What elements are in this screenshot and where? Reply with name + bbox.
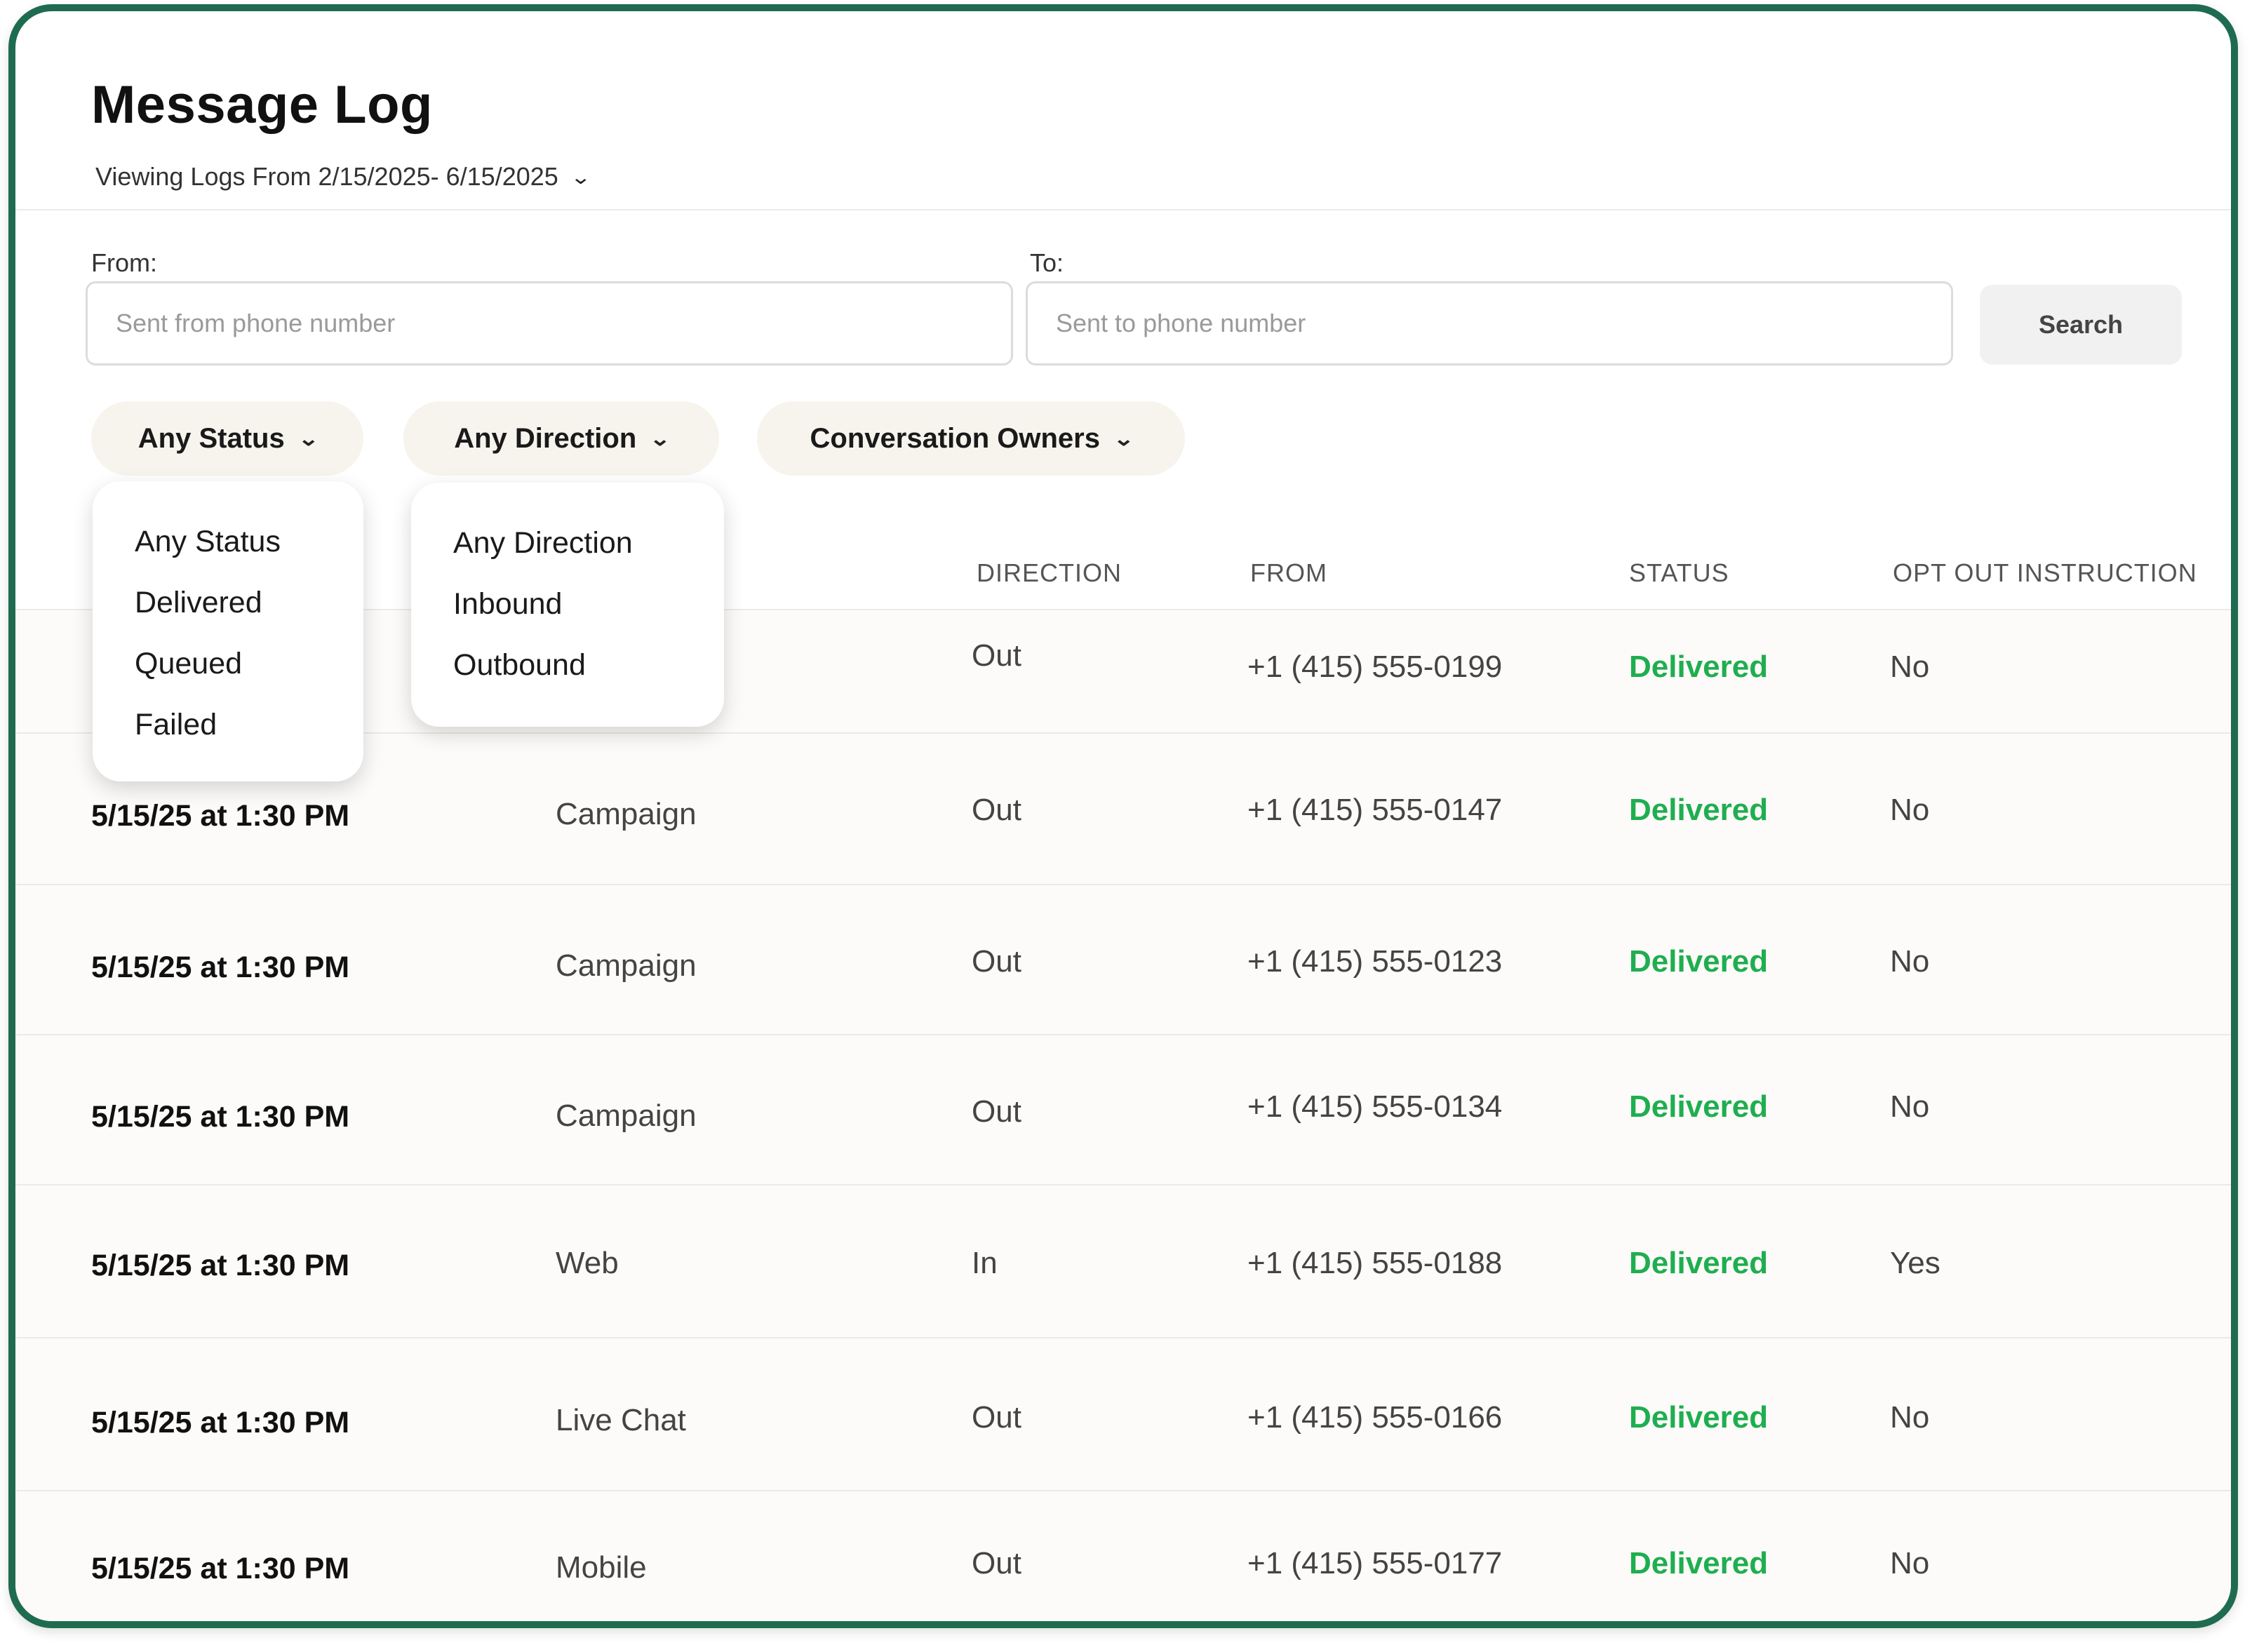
- column-header-opt-out: OPT OUT INSTRUCTION: [1893, 558, 2197, 587]
- row-direction: Out: [972, 793, 1021, 827]
- row-date: 5/15/25 at 1:30 PM: [91, 1406, 350, 1439]
- row-source: Campaign: [556, 948, 697, 983]
- row-opt-out: No: [1890, 1400, 1930, 1435]
- chevron-down-icon: ⌄: [297, 427, 319, 450]
- direction-option-any[interactable]: Any Direction: [453, 526, 633, 560]
- row-date: 5/15/25 at 1:30 PM: [91, 1249, 350, 1282]
- row-source: Live Chat: [556, 1403, 686, 1437]
- owners-filter-label: Conversation Owners: [810, 422, 1100, 454]
- column-header-status: STATUS: [1629, 558, 1729, 587]
- row-opt-out: No: [1890, 793, 1930, 827]
- row-from: +1 (415) 555-0188: [1247, 1246, 1503, 1280]
- row-from: +1 (415) 555-0177: [1247, 1546, 1503, 1580]
- header-divider: [15, 209, 2231, 210]
- table-row[interactable]: 5/15/25 at 1:30 PM Mobile Out +1 (415) 5…: [15, 1490, 2231, 1621]
- row-from: +1 (415) 555-0166: [1247, 1400, 1503, 1435]
- column-header-from: FROM: [1250, 558, 1327, 587]
- row-source: Campaign: [556, 1099, 697, 1133]
- status-filter-label: Any Status: [138, 422, 285, 454]
- status-option-any[interactable]: Any Status: [135, 525, 281, 559]
- date-range-label: Viewing Logs From 2/15/2025- 6/15/2025: [95, 162, 558, 191]
- row-status: Delivered: [1629, 1089, 1769, 1124]
- row-opt-out: No: [1890, 650, 1930, 684]
- direction-dropdown-menu: Any Direction Inbound Outbound: [411, 483, 724, 727]
- row-status: Delivered: [1629, 793, 1769, 827]
- table-row[interactable]: 5/15/25 at 1:30 PM Live Chat Out +1 (415…: [15, 1337, 2231, 1491]
- direction-option-outbound[interactable]: Outbound: [453, 648, 586, 683]
- to-phone-input[interactable]: [1026, 281, 1953, 365]
- table-row[interactable]: 5/15/25 at 1:30 PM Campaign Out +1 (415)…: [15, 884, 2231, 1035]
- column-header-direction: DIRECTION: [977, 558, 1122, 587]
- row-opt-out: Yes: [1890, 1246, 1941, 1280]
- row-date: 5/15/25 at 1:30 PM: [91, 799, 350, 833]
- row-from: +1 (415) 555-0134: [1247, 1089, 1503, 1124]
- row-date: 5/15/25 at 1:30 PM: [91, 1552, 350, 1585]
- row-date: 5/15/25 at 1:30 PM: [91, 951, 350, 984]
- row-direction: Out: [972, 944, 1021, 979]
- status-filter[interactable]: Any Status ⌄: [91, 401, 363, 476]
- row-from: +1 (415) 555-0199: [1247, 650, 1503, 684]
- row-opt-out: No: [1890, 944, 1930, 979]
- row-date: 5/15/25 at 1:30 PM: [91, 1100, 350, 1134]
- row-status: Delivered: [1629, 1246, 1769, 1280]
- row-direction: Out: [972, 1094, 1021, 1129]
- chevron-down-icon: ⌄: [570, 166, 591, 188]
- row-direction: Out: [972, 638, 1021, 673]
- conversation-owners-filter[interactable]: Conversation Owners ⌄: [757, 401, 1185, 476]
- date-range-selector[interactable]: Viewing Logs From 2/15/2025- 6/15/2025 ⌄: [95, 162, 591, 192]
- row-opt-out: No: [1890, 1546, 1930, 1580]
- row-source: Web: [556, 1246, 619, 1280]
- search-button[interactable]: Search: [1980, 285, 2182, 365]
- row-status: Delivered: [1629, 1546, 1769, 1580]
- direction-filter-label: Any Direction: [454, 422, 637, 454]
- row-direction: Out: [972, 1546, 1021, 1580]
- row-direction: In: [972, 1246, 998, 1280]
- row-direction: Out: [972, 1400, 1021, 1435]
- message-log-card: Message Log Viewing Logs From 2/15/2025-…: [8, 4, 2238, 1628]
- chevron-down-icon: ⌄: [649, 427, 671, 450]
- row-status: Delivered: [1629, 650, 1769, 684]
- row-from: +1 (415) 555-0147: [1247, 793, 1503, 827]
- status-option-failed[interactable]: Failed: [135, 708, 217, 742]
- from-label: From:: [91, 248, 157, 277]
- row-status: Delivered: [1629, 1400, 1769, 1435]
- to-label: To:: [1030, 248, 1064, 277]
- page-title: Message Log: [91, 75, 433, 135]
- from-phone-input[interactable]: [86, 281, 1013, 365]
- table-row[interactable]: 5/15/25 at 1:30 PM Web In +1 (415) 555-0…: [15, 1184, 2231, 1338]
- row-status: Delivered: [1629, 944, 1769, 979]
- direction-filter[interactable]: Any Direction ⌄: [403, 401, 719, 476]
- status-dropdown-menu: Any Status Delivered Queued Failed: [93, 481, 363, 781]
- status-option-delivered[interactable]: Delivered: [135, 586, 262, 620]
- direction-option-inbound[interactable]: Inbound: [453, 587, 562, 622]
- status-option-queued[interactable]: Queued: [135, 647, 242, 681]
- row-from: +1 (415) 555-0123: [1247, 944, 1503, 979]
- row-opt-out: No: [1890, 1089, 1930, 1124]
- table-row[interactable]: 5/15/25 at 1:30 PM Campaign Out +1 (415)…: [15, 1034, 2231, 1186]
- chevron-down-icon: ⌄: [1113, 427, 1134, 450]
- row-source: Mobile: [556, 1550, 647, 1585]
- row-source: Campaign: [556, 797, 697, 831]
